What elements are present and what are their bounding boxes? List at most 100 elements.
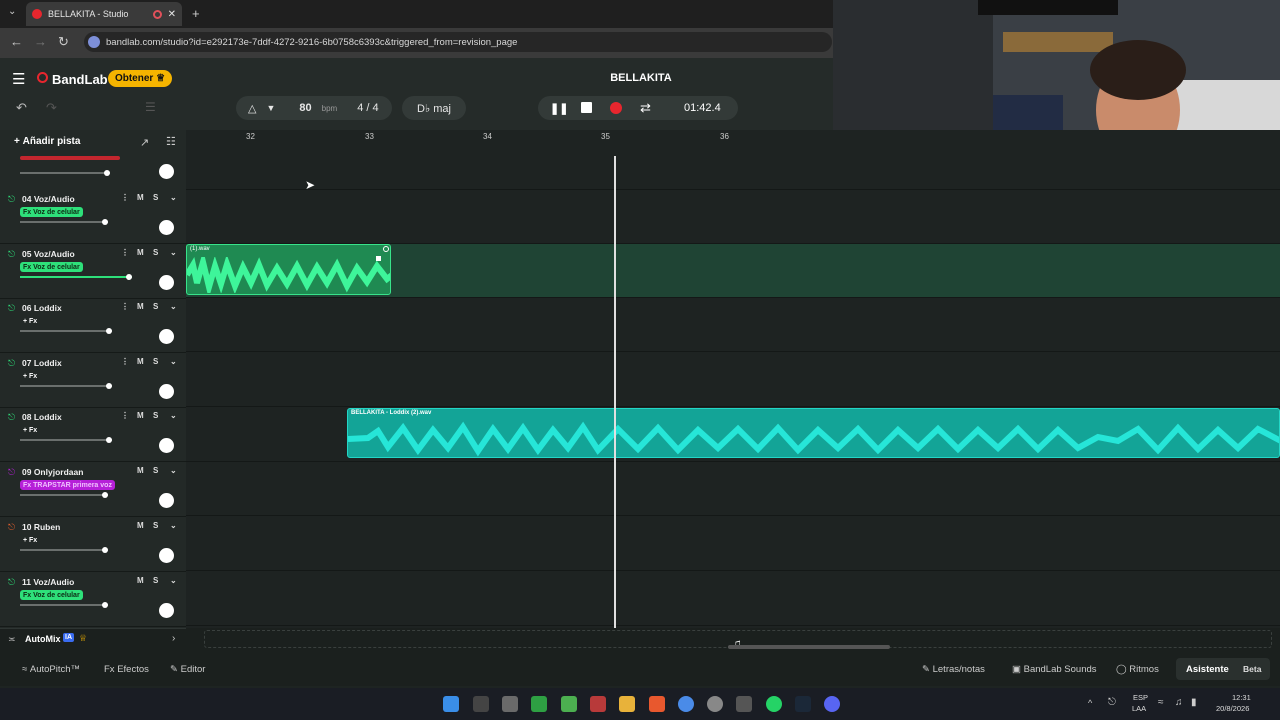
back-icon[interactable]: ← xyxy=(10,34,23,49)
record-button[interactable] xyxy=(610,102,622,114)
game-launcher-icon[interactable] xyxy=(590,696,606,712)
mic-icon[interactable]: ⎋ xyxy=(8,194,15,205)
whatsapp-icon[interactable] xyxy=(766,696,782,712)
chrome-icon[interactable] xyxy=(678,696,694,712)
timeline-ruler[interactable]: 32 33 34 35 36 xyxy=(186,130,1280,156)
file-explorer-icon[interactable] xyxy=(619,696,635,712)
autopitch-button[interactable]: ≈ AutoPitch™ xyxy=(22,664,80,675)
region-handle[interactable] xyxy=(376,256,381,261)
solo-button[interactable]: S xyxy=(153,466,158,475)
track-menu-icon[interactable]: ⋮ xyxy=(121,302,129,311)
assistant-button[interactable]: Asistente Beta xyxy=(1176,658,1270,680)
clock-date[interactable]: 20/8/2026 xyxy=(1216,704,1249,713)
track-menu-icon[interactable]: ⋮ xyxy=(121,248,129,257)
chevron-down-icon[interactable]: ⌄ xyxy=(170,411,177,420)
chevron-down-icon[interactable]: ⌄ xyxy=(170,521,177,530)
track-07[interactable]: ⎋ 07 Loddix ⋮ M S ⌄ + Fx xyxy=(0,354,186,408)
pan-knob[interactable] xyxy=(159,164,174,179)
lane-09[interactable] xyxy=(186,462,1280,516)
horizontal-scrollbar[interactable] xyxy=(728,645,890,649)
timeline-lanes[interactable]: (1).wav BELLAKITA - Loddix (2).wav xyxy=(186,130,1280,628)
key-selector[interactable]: D♭ maj xyxy=(402,96,466,120)
undo-icon[interactable]: ↶ xyxy=(16,100,27,116)
stop-button[interactable] xyxy=(581,102,592,113)
loop-handle-icon[interactable] xyxy=(383,246,389,252)
automix-label[interactable]: AutoMix xyxy=(25,634,61,644)
fx-preset-tag[interactable]: Fx Voz de celular xyxy=(20,262,83,272)
mixer-icon[interactable]: ☰ xyxy=(145,100,156,114)
minecraft-icon[interactable] xyxy=(561,696,577,712)
chevron-right-icon[interactable]: › xyxy=(172,633,175,644)
mic-icon[interactable]: ⎋ xyxy=(8,577,15,588)
volume-slider[interactable] xyxy=(20,274,132,280)
track-name[interactable]: 05 Voz/Audio xyxy=(22,249,75,259)
steam-icon[interactable] xyxy=(795,696,811,712)
tray-chevron-icon[interactable]: ^ xyxy=(1088,698,1092,708)
track-05[interactable]: ⎋ 05 Voz/Audio ⋮ M S ⌄ Fx Voz de celular xyxy=(0,245,186,299)
editor-button[interactable]: ✎ Editor xyxy=(170,664,205,675)
rhythms-button[interactable]: ◯ Ritmos xyxy=(1116,664,1159,675)
volume-slider[interactable] xyxy=(20,547,108,553)
keyboard-layout[interactable]: LAA xyxy=(1132,704,1146,713)
fx-preset-tag[interactable]: Fx Voz de celular xyxy=(20,207,83,217)
track-09[interactable]: ⎋ 09 Onlyjordaan M S ⌄ Fx TRAPSTAR prime… xyxy=(0,463,186,517)
obs-icon[interactable] xyxy=(707,696,723,712)
pan-knob[interactable] xyxy=(159,548,174,563)
volume-slider[interactable] xyxy=(20,328,112,334)
pan-knob[interactable] xyxy=(159,384,174,399)
chevron-down-icon[interactable]: ⌄ xyxy=(170,357,177,366)
track-name[interactable]: 04 Voz/Audio xyxy=(22,194,75,204)
brave-browser-icon[interactable] xyxy=(649,696,665,712)
volume-slider[interactable] xyxy=(20,602,108,608)
track-menu-icon[interactable]: ⋮ xyxy=(121,411,129,420)
mic-icon[interactable]: ⎋ xyxy=(8,467,15,478)
audio-region-1[interactable]: (1).wav xyxy=(186,244,391,295)
track-menu-icon[interactable]: ⋮ xyxy=(121,193,129,202)
track-name[interactable]: 06 Loddix xyxy=(22,303,62,313)
task-view-icon[interactable] xyxy=(473,696,489,712)
mute-button[interactable]: M xyxy=(137,411,144,420)
solo-button[interactable]: S xyxy=(153,521,158,530)
mute-button[interactable]: M xyxy=(137,466,144,475)
add-track-button[interactable]: + Añadir pista xyxy=(14,136,80,147)
track-name[interactable]: 09 Onlyjordaan xyxy=(22,467,83,477)
pan-knob[interactable] xyxy=(159,275,174,290)
reload-icon[interactable]: ↻ xyxy=(58,34,69,50)
lane-06[interactable] xyxy=(186,298,1280,352)
capcut-icon[interactable] xyxy=(736,696,752,712)
solo-button[interactable]: S xyxy=(153,248,158,257)
add-fx-button[interactable]: + Fx xyxy=(20,535,40,545)
chevron-down-icon[interactable]: ⌄ xyxy=(170,466,177,475)
chevron-down-icon[interactable]: ⌄ xyxy=(170,576,177,585)
volume-slider[interactable] xyxy=(20,219,108,225)
forward-icon[interactable]: → xyxy=(34,34,47,49)
fx-preset-tag[interactable]: Fx Voz de celular xyxy=(20,590,83,600)
solo-button[interactable]: S xyxy=(153,411,158,420)
close-tab-icon[interactable]: ✕ xyxy=(168,9,176,20)
mute-button[interactable]: M xyxy=(137,521,144,530)
windows-start-icon[interactable] xyxy=(443,696,459,712)
track-name[interactable]: 10 Ruben xyxy=(22,522,60,532)
mic-icon[interactable]: ⎋ xyxy=(8,412,15,423)
bpm-value[interactable]: 80 xyxy=(299,102,311,114)
lane-10[interactable] xyxy=(186,517,1280,571)
mic-icon[interactable]: ⎋ xyxy=(8,358,15,369)
microphone-tray-icon[interactable]: ⎋ xyxy=(1108,697,1116,708)
xbox-icon[interactable] xyxy=(531,696,547,712)
lane-11[interactable] xyxy=(186,572,1280,626)
mute-button[interactable]: M xyxy=(137,357,144,366)
mute-button[interactable]: M xyxy=(137,302,144,311)
new-tab-button[interactable]: + xyxy=(192,6,200,21)
pan-knob[interactable] xyxy=(159,329,174,344)
chevron-down-icon[interactable]: ⌄ xyxy=(170,248,177,257)
fx-preset-tag[interactable]: Fx TRAPSTAR primera voz xyxy=(20,480,115,490)
lane-07[interactable] xyxy=(186,353,1280,407)
pause-button[interactable]: ❚❚ xyxy=(550,102,568,115)
mic-icon[interactable]: ⎋ xyxy=(8,303,15,314)
language-indicator[interactable]: ESP xyxy=(1133,693,1148,702)
track-name[interactable]: 07 Loddix xyxy=(22,358,62,368)
add-fx-button[interactable]: + Fx xyxy=(20,371,40,381)
browser-tab[interactable]: BELLAKITA - Studio ✕ xyxy=(26,2,182,26)
chevron-down-icon[interactable]: ⌄ xyxy=(170,193,177,202)
volume-slider[interactable] xyxy=(20,492,108,498)
